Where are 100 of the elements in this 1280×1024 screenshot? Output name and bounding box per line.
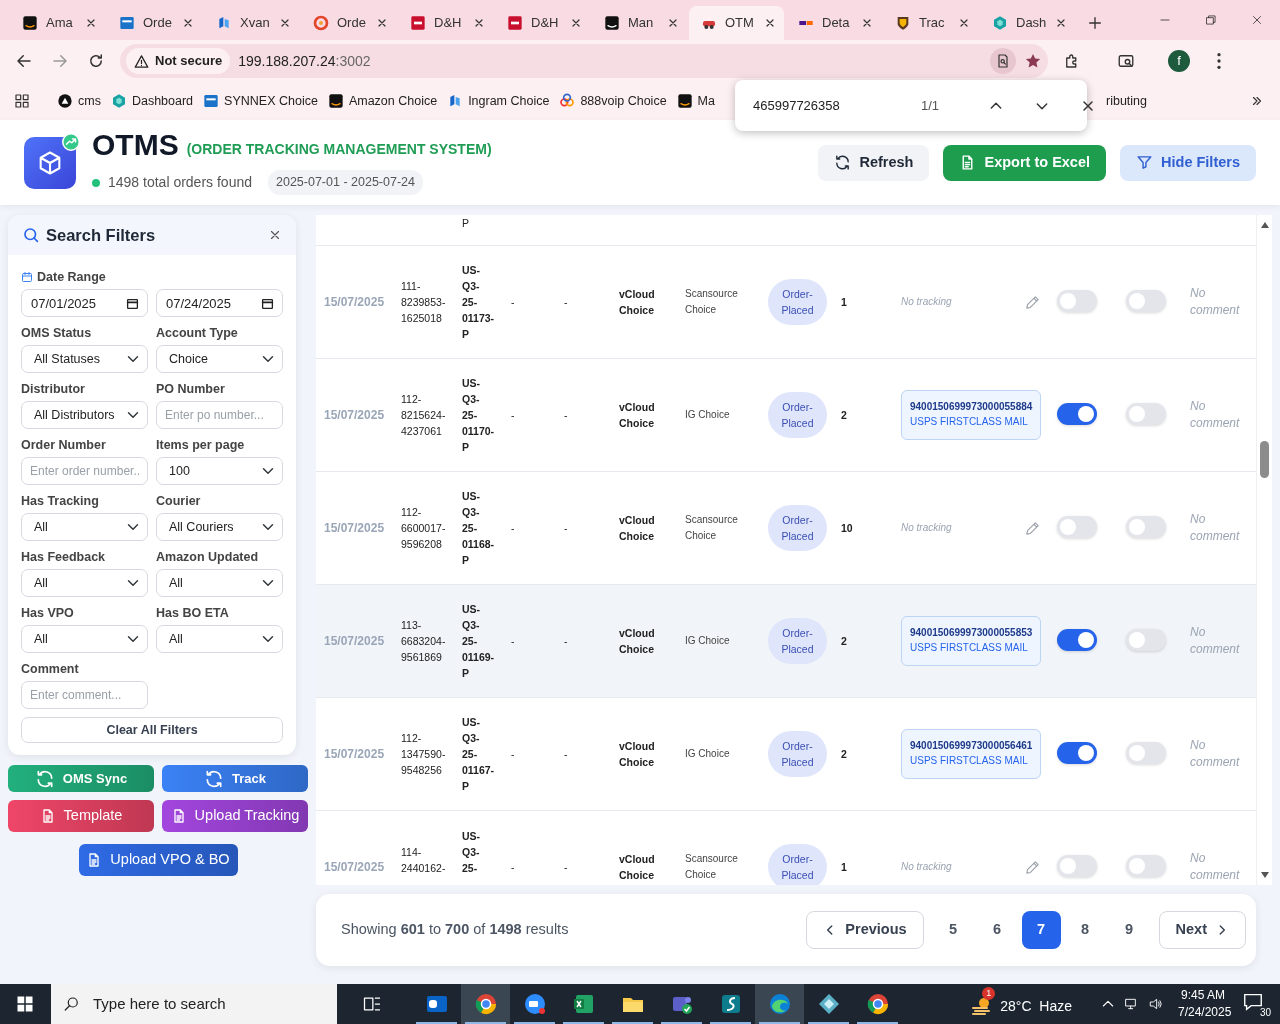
bookmark[interactable]: Ingram Choice	[444, 89, 553, 113]
find-in-page-button[interactable]	[990, 48, 1016, 74]
browser-tab[interactable]: Deta	[786, 6, 881, 40]
bookmark[interactable]: ributing	[1103, 89, 1150, 113]
scrollbar-thumb[interactable]	[1260, 441, 1269, 478]
action-button[interactable]: Upload Tracking	[162, 800, 308, 832]
toggle-switch[interactable]	[1126, 854, 1166, 877]
scroll-down-icon[interactable]	[1260, 871, 1270, 879]
close-icon[interactable]	[182, 17, 194, 29]
page-button[interactable]: 9	[1109, 911, 1149, 949]
calendar-icon[interactable]	[261, 297, 274, 310]
close-icon[interactable]	[376, 17, 388, 29]
bookmark[interactable]: Amazon Choice	[324, 89, 441, 113]
table-row[interactable]: 15/07/2025 112-1347590-9548256 US-Q3-25-01167-P - - vCloud Choice IG Choice Order-Placed 2 9400150699973000056461 USPS FIRSTCLASS MAIL No comment	[316, 698, 1256, 811]
browser-tab[interactable]: Ama	[10, 6, 105, 40]
scroll-up-icon[interactable]	[1260, 221, 1270, 229]
calendar-icon[interactable]	[126, 297, 139, 310]
toggle-switch[interactable]	[1057, 402, 1097, 425]
profile-avatar[interactable]: f	[1168, 50, 1190, 72]
speaker-icon[interactable]	[1148, 996, 1164, 1012]
browser-tab[interactable]: Dash	[980, 6, 1075, 40]
dropdown[interactable]: All	[156, 625, 283, 653]
dropdown[interactable]: All Statuses	[21, 345, 148, 373]
filter-button[interactable]: Hide Filters	[1120, 144, 1256, 181]
close-icon[interactable]	[268, 228, 282, 242]
dropdown[interactable]: All Distributors	[21, 401, 148, 429]
close-icon[interactable]	[958, 17, 970, 29]
toggle-switch[interactable]	[1057, 854, 1097, 877]
toggle-switch[interactable]	[1057, 289, 1097, 312]
export-button[interactable]: Export to Excel	[943, 144, 1107, 181]
browser-tab[interactable]: Xvan	[204, 6, 299, 40]
more-bookmarks-icon[interactable]	[1250, 94, 1264, 108]
input-field[interactable]: Enter po number...	[156, 401, 283, 429]
dropdown[interactable]: All	[21, 625, 148, 653]
taskbar-search[interactable]: Type here to search	[51, 984, 337, 1024]
dropdown[interactable]: 100	[156, 457, 283, 485]
address-bar[interactable]: Not secure 199.188.207.24:3002	[120, 44, 1048, 78]
action-button[interactable]: Template	[8, 800, 154, 832]
comment-text: No comment	[1190, 285, 1241, 319]
browser-tab[interactable]: D&H	[495, 6, 590, 40]
close-icon[interactable]	[764, 17, 776, 29]
dropdown[interactable]: Choice	[156, 345, 283, 373]
dropdown[interactable]: All	[21, 569, 148, 597]
browser-tab[interactable]: Orde	[301, 6, 396, 40]
browser-tab[interactable]: OTM	[689, 6, 784, 40]
toggle-switch[interactable]	[1126, 741, 1166, 764]
tracking-card[interactable]: 9400150699973000055884 USPS FIRSTCLASS MAIL	[901, 390, 1041, 440]
input-field[interactable]: Enter order number..	[21, 457, 148, 485]
bookmark[interactable]: 888voip Choice	[556, 89, 670, 113]
tracking-card[interactable]: 9400150699973000055853 USPS FIRSTCLASS MAIL	[901, 616, 1041, 666]
apps-grid-icon[interactable]	[14, 93, 30, 109]
close-icon[interactable]	[667, 17, 679, 29]
close-icon[interactable]	[861, 17, 873, 29]
browser-tab[interactable]: Trac	[883, 6, 978, 40]
toggle-switch[interactable]	[1126, 515, 1166, 538]
dropdown[interactable]: All	[21, 513, 148, 541]
browser-tab[interactable]: D&H	[398, 6, 493, 40]
page-button[interactable]: 5	[933, 911, 973, 949]
bookmark[interactable]: SYNNEX Choice	[200, 89, 321, 113]
table-row[interactable]: 15/07/2025 113-6683204-9561869 US-Q3-25-01169-P - - vCloud Choice IG Choice Order-Placed 2 9400150699973000055853 USPS FIRSTCLASS MAIL No comment	[316, 585, 1256, 698]
toggle-switch[interactable]	[1126, 628, 1166, 651]
action-button[interactable]: OMS Sync	[8, 765, 154, 792]
input-field[interactable]: Enter comment...	[21, 681, 148, 709]
action-button[interactable]: Upload VPO & BO	[78, 844, 238, 876]
close-icon[interactable]	[85, 17, 97, 29]
date-field[interactable]: 07/01/2025	[21, 289, 148, 317]
page-button[interactable]: 7	[1021, 911, 1061, 949]
table-row[interactable]: 15/07/2025 111-8239853-1625018 US-Q3-25-01173-P - - vCloud Choice Scansource Choice Order-Placed 1 No tracking No comment	[316, 246, 1256, 359]
toggle-switch[interactable]	[1126, 402, 1166, 425]
new-tab-icon[interactable]	[1087, 15, 1103, 31]
refresh-button[interactable]: Refresh	[818, 144, 930, 181]
clear-filters-button[interactable]: Clear All Filters	[21, 717, 283, 743]
find-field[interactable]: 465997726358	[751, 94, 911, 117]
toggle-switch[interactable]	[1057, 741, 1097, 764]
star-icon[interactable]	[1024, 52, 1042, 70]
tracking-card[interactable]: 9400150699973000056461 USPS FIRSTCLASS MAIL	[901, 729, 1041, 779]
next-button[interactable]: Next	[1158, 911, 1246, 949]
browser-tab[interactable]: Man	[592, 6, 687, 40]
close-icon[interactable]	[473, 17, 485, 29]
date-field[interactable]: 07/24/2025	[156, 289, 283, 317]
toggle-switch[interactable]	[1057, 628, 1097, 651]
previous-button[interactable]: Previous	[806, 911, 924, 949]
bookmark[interactable]: cms	[54, 89, 104, 113]
bookmark[interactable]: Ma	[673, 89, 718, 113]
close-icon[interactable]	[570, 17, 582, 29]
table-row[interactable]: 15/07/2025 112-8215624-4237061 US-Q3-25-01170-P - - vCloud Choice IG Choice Order-Placed 2 9400150699973000055884 USPS FIRSTCLASS MAIL No comment	[316, 359, 1256, 472]
security-chip[interactable]: Not secure	[126, 48, 231, 74]
close-icon[interactable]	[1055, 17, 1067, 29]
page-button[interactable]: 8	[1065, 911, 1105, 949]
scrollbar[interactable]	[1256, 215, 1272, 885]
weather-widget[interactable]: 1 28°C Haze	[970, 987, 1072, 1021]
browser-tab[interactable]: Orde	[107, 6, 202, 40]
dropdown[interactable]: All	[156, 569, 283, 597]
close-icon[interactable]	[279, 17, 291, 29]
dropdown[interactable]: All Couriers	[156, 513, 283, 541]
toggle-switch[interactable]	[1126, 289, 1166, 312]
action-button[interactable]: Track	[162, 765, 308, 792]
bookmark[interactable]: Dashboard	[107, 89, 197, 113]
toggle-switch[interactable]	[1057, 515, 1097, 538]
page-button[interactable]: 6	[977, 911, 1017, 949]
